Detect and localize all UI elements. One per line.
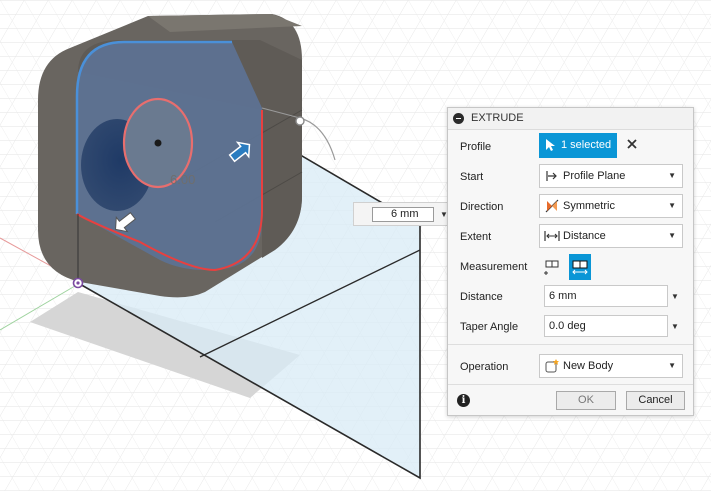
caret-down-icon: ▼ [668, 201, 676, 210]
symmetric-icon [545, 199, 559, 213]
profile-plane-icon [546, 171, 557, 181]
ok-button[interactable]: OK [556, 391, 616, 410]
cancel-button[interactable]: Cancel [626, 391, 685, 410]
distance-manipulator-input[interactable]: 6 mm ▼ [353, 202, 449, 226]
distance-input[interactable]: 6 mm [544, 285, 668, 307]
dimension-label: 6.00 [170, 172, 195, 187]
divider [448, 384, 693, 385]
caret-down-icon: ▼ [668, 361, 676, 370]
direction-dropdown[interactable]: Symmetric ▼ [539, 194, 683, 218]
collapse-icon[interactable] [453, 113, 464, 124]
profile-select-button[interactable]: 1 selected [539, 133, 617, 158]
distance-extent-icon [544, 231, 560, 241]
measurement-label: Measurement [460, 261, 528, 273]
profile-label: Profile [460, 141, 492, 153]
measurement-option-full[interactable] [569, 254, 591, 280]
caret-down-icon: ▼ [668, 231, 676, 240]
divider [448, 344, 693, 345]
taper-angle-label: Taper Angle [460, 321, 519, 333]
measurement-option-one-side[interactable] [541, 254, 563, 280]
measure-full-icon [572, 260, 588, 275]
extent-dropdown[interactable]: Distance ▼ [539, 224, 683, 248]
center-point [154, 139, 162, 147]
dialog-title: EXTRUDE [471, 112, 524, 124]
distance-label: Distance [460, 291, 503, 303]
distance-value: 6 mm [549, 290, 577, 302]
dialog-header: EXTRUDE [448, 108, 693, 130]
start-value: Profile Plane [563, 170, 626, 182]
operation-dropdown[interactable]: New Body ▼ [539, 354, 683, 378]
pivot-handle[interactable] [295, 116, 305, 126]
extent-label: Extent [460, 231, 492, 243]
clear-selection-icon[interactable] [626, 138, 638, 150]
measure-one-side-icon [544, 260, 559, 275]
extent-value: Distance [563, 230, 606, 242]
operation-value: New Body [563, 360, 614, 372]
info-icon[interactable]: i [457, 394, 470, 407]
start-label: Start [460, 171, 484, 183]
caret-down-icon[interactable]: ▼ [671, 292, 679, 301]
caret-down-icon: ▼ [668, 171, 676, 180]
caret-down-icon[interactable]: ▼ [671, 322, 679, 331]
direction-value: Symmetric [563, 200, 615, 212]
new-body-icon [545, 359, 559, 373]
profile-selection-text: 1 selected [561, 139, 612, 151]
cursor-arrow-icon [546, 139, 555, 151]
operation-label: Operation [460, 361, 509, 373]
taper-angle-value: 0.0 deg [549, 320, 586, 332]
extrude-dialog: EXTRUDE Profile 1 selected Start Profile… [447, 107, 694, 416]
distance-manipulator-value[interactable]: 6 mm [372, 207, 434, 222]
start-dropdown[interactable]: Profile Plane ▼ [539, 164, 683, 188]
taper-angle-input[interactable]: 0.0 deg [544, 315, 668, 337]
direction-label: Direction [460, 201, 504, 213]
